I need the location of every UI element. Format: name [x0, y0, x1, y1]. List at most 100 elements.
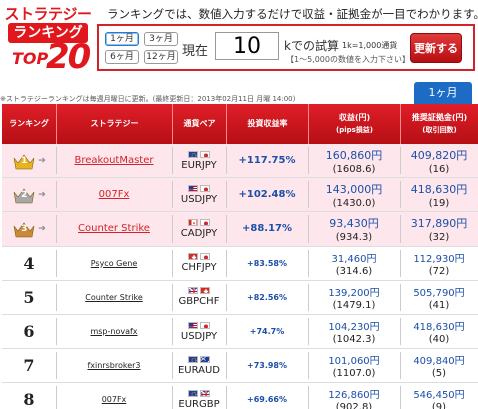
rank-number: 7: [23, 356, 35, 376]
profit-cell: 160,860円 (1608.6): [308, 144, 400, 177]
header-margin-label: 推奨証拠金(円): [411, 113, 468, 122]
strategy-cell: Counter Strike: [56, 212, 172, 245]
flag-chf-icon: [188, 253, 198, 261]
pips-value: (1479.1): [332, 299, 376, 311]
pair-cell: EURGBP: [172, 383, 226, 409]
crown-icon: 3: [12, 220, 36, 238]
panel-note: ランキングでは、数値入力するだけで収益・証拠金が一目でわかります。: [107, 7, 478, 21]
arrow-right-icon: ➔: [38, 223, 46, 234]
header-strategy: ストラテジー: [56, 104, 172, 144]
header-pair: 通貨ペア: [172, 104, 226, 144]
header-rank: ランキング: [9, 119, 49, 128]
trade-count: (16): [428, 163, 450, 175]
strategy-cell: BreakoutMaster: [56, 144, 172, 177]
flag-chf-icon: [200, 287, 210, 295]
return-rate: +102.48%: [238, 189, 296, 201]
rank-cell: 1 ➔: [2, 144, 56, 177]
strategy-link[interactable]: Psyco Gene: [91, 259, 138, 268]
flag-gbp-icon: [200, 389, 210, 397]
flag-usd-icon: [188, 321, 198, 329]
arrow-right-icon: ➔: [38, 155, 46, 166]
flag-jpy-icon: [200, 218, 210, 226]
strategy-link[interactable]: BreakoutMaster: [75, 155, 154, 166]
period-tab[interactable]: 1ヶ月: [414, 82, 472, 104]
pair-name: GBPCHF: [178, 296, 220, 308]
unit-note: 1k=1,000通貨: [342, 41, 398, 50]
pair-name: USDJPY: [180, 330, 218, 342]
rank-cell: 6: [2, 315, 56, 348]
pips-value: (1430.0): [332, 197, 376, 209]
rank-cell: 4: [2, 247, 56, 280]
rate-cell: +117.75%: [226, 144, 308, 177]
trade-count: (72): [428, 265, 450, 277]
flag-jpy-icon: [200, 253, 210, 261]
period-button-3m[interactable]: 3ヶ月: [144, 32, 178, 46]
table-row: 8 007Fx EURGBP +69.66% 126,860円 (902.8) 546,45…: [2, 383, 478, 409]
rank-number: 3: [21, 223, 28, 234]
rank-number: 4: [23, 253, 35, 273]
rank-number: 8: [23, 390, 35, 409]
flag-eur-icon: [188, 150, 198, 158]
current-label: 現在: [182, 44, 209, 59]
ranking-table: ランキング ストラテジー 通貨ペア 投資収益率 収益(円) (pips損益) 推…: [2, 104, 478, 409]
table-row: 5 Counter Strike GBPCHF +82.56% 139,200円 (147…: [2, 281, 478, 315]
table-row: 6 msp-novafx USDJPY +74.7% 104,230円 (1042.3) 4…: [2, 315, 478, 350]
flag-usd-icon: [188, 184, 198, 192]
rank-number: 2: [21, 189, 28, 200]
return-rate: +69.66%: [246, 395, 288, 405]
flag-eur-icon: [188, 355, 198, 363]
pair-cell: USDJPY: [172, 315, 226, 348]
trade-count: (41): [428, 299, 450, 311]
rate-cell: +88.17%: [226, 212, 308, 245]
strategy-link[interactable]: fxinrsbroker3: [87, 361, 140, 370]
profit-value: 126,860円: [328, 390, 380, 402]
rank-number: 5: [23, 287, 35, 307]
profit-cell: 104,230円 (1042.3): [308, 315, 400, 348]
margin-value: 546,450円: [413, 390, 465, 402]
trade-count: (32): [428, 231, 450, 243]
header-margin-sub: (取引回数): [422, 126, 457, 134]
rate-cell: +83.58%: [226, 247, 308, 280]
period-button-12m[interactable]: 12ヶ月: [144, 50, 178, 64]
flag-cad-icon: [188, 218, 198, 226]
rate-cell: +73.98%: [226, 349, 308, 382]
period-button-6m[interactable]: 6ヶ月: [105, 50, 139, 64]
flag-jpy-icon: [200, 184, 210, 192]
rate-cell: +102.48%: [226, 178, 308, 211]
header-profit-sub: (pips損益): [336, 126, 373, 134]
header: ストラテジー ランキング TOP 20 ランキングでは、数値入力するだけで収益・…: [0, 0, 478, 77]
update-button[interactable]: 更新する: [410, 33, 462, 63]
margin-value: 418,630円: [410, 182, 468, 196]
simulation-panel: ランキングでは、数値入力するだけで収益・証拠金が一目でわかります。 1ヶ月 3ヶ…: [97, 3, 478, 73]
header-profit: 収益(円) (pips損益): [308, 104, 400, 144]
rank-cell: 2 ➔: [2, 178, 56, 211]
rank-number: 1: [21, 155, 28, 166]
pair-cell: USDJPY: [172, 178, 226, 211]
rate-cell: +74.7%: [226, 315, 308, 348]
strategy-link[interactable]: Counter Strike: [78, 223, 150, 234]
strategy-cell: 007Fx: [56, 383, 172, 409]
pips-value: (1042.3): [332, 334, 376, 346]
amount-input[interactable]: 10: [215, 32, 279, 60]
profit-value: 93,430円: [329, 216, 379, 230]
margin-value: 418,630円: [413, 322, 465, 334]
table-row: 2 ➔ 007Fx USDJPY +102.48% 143,000円 (1430.0) 418…: [2, 178, 478, 213]
arrow-right-icon: ➔: [38, 189, 46, 200]
period-button-1m[interactable]: 1ヶ月: [105, 32, 139, 46]
return-rate: +82.56%: [246, 292, 288, 302]
crown-icon: 1: [12, 152, 36, 170]
margin-cell: 505,790円 (41): [400, 281, 478, 314]
rank-cell: 5: [2, 281, 56, 314]
header-margin: 推奨証拠金(円) (取引回数): [400, 104, 478, 144]
unit-label: kでの試算: [284, 39, 339, 53]
rank-number: 6: [23, 322, 35, 342]
strategy-link[interactable]: msp-novafx: [90, 327, 137, 336]
strategy-link[interactable]: Counter Strike: [85, 293, 143, 302]
flag-jpy-icon: [200, 321, 210, 329]
rate-cell: +82.56%: [226, 281, 308, 314]
strategy-link[interactable]: 007Fx: [99, 189, 130, 200]
pips-value: (934.3): [335, 231, 373, 243]
margin-value: 409,820円: [410, 148, 468, 162]
strategy-link[interactable]: 007Fx: [102, 395, 127, 404]
flag-jpy-icon: [200, 150, 210, 158]
